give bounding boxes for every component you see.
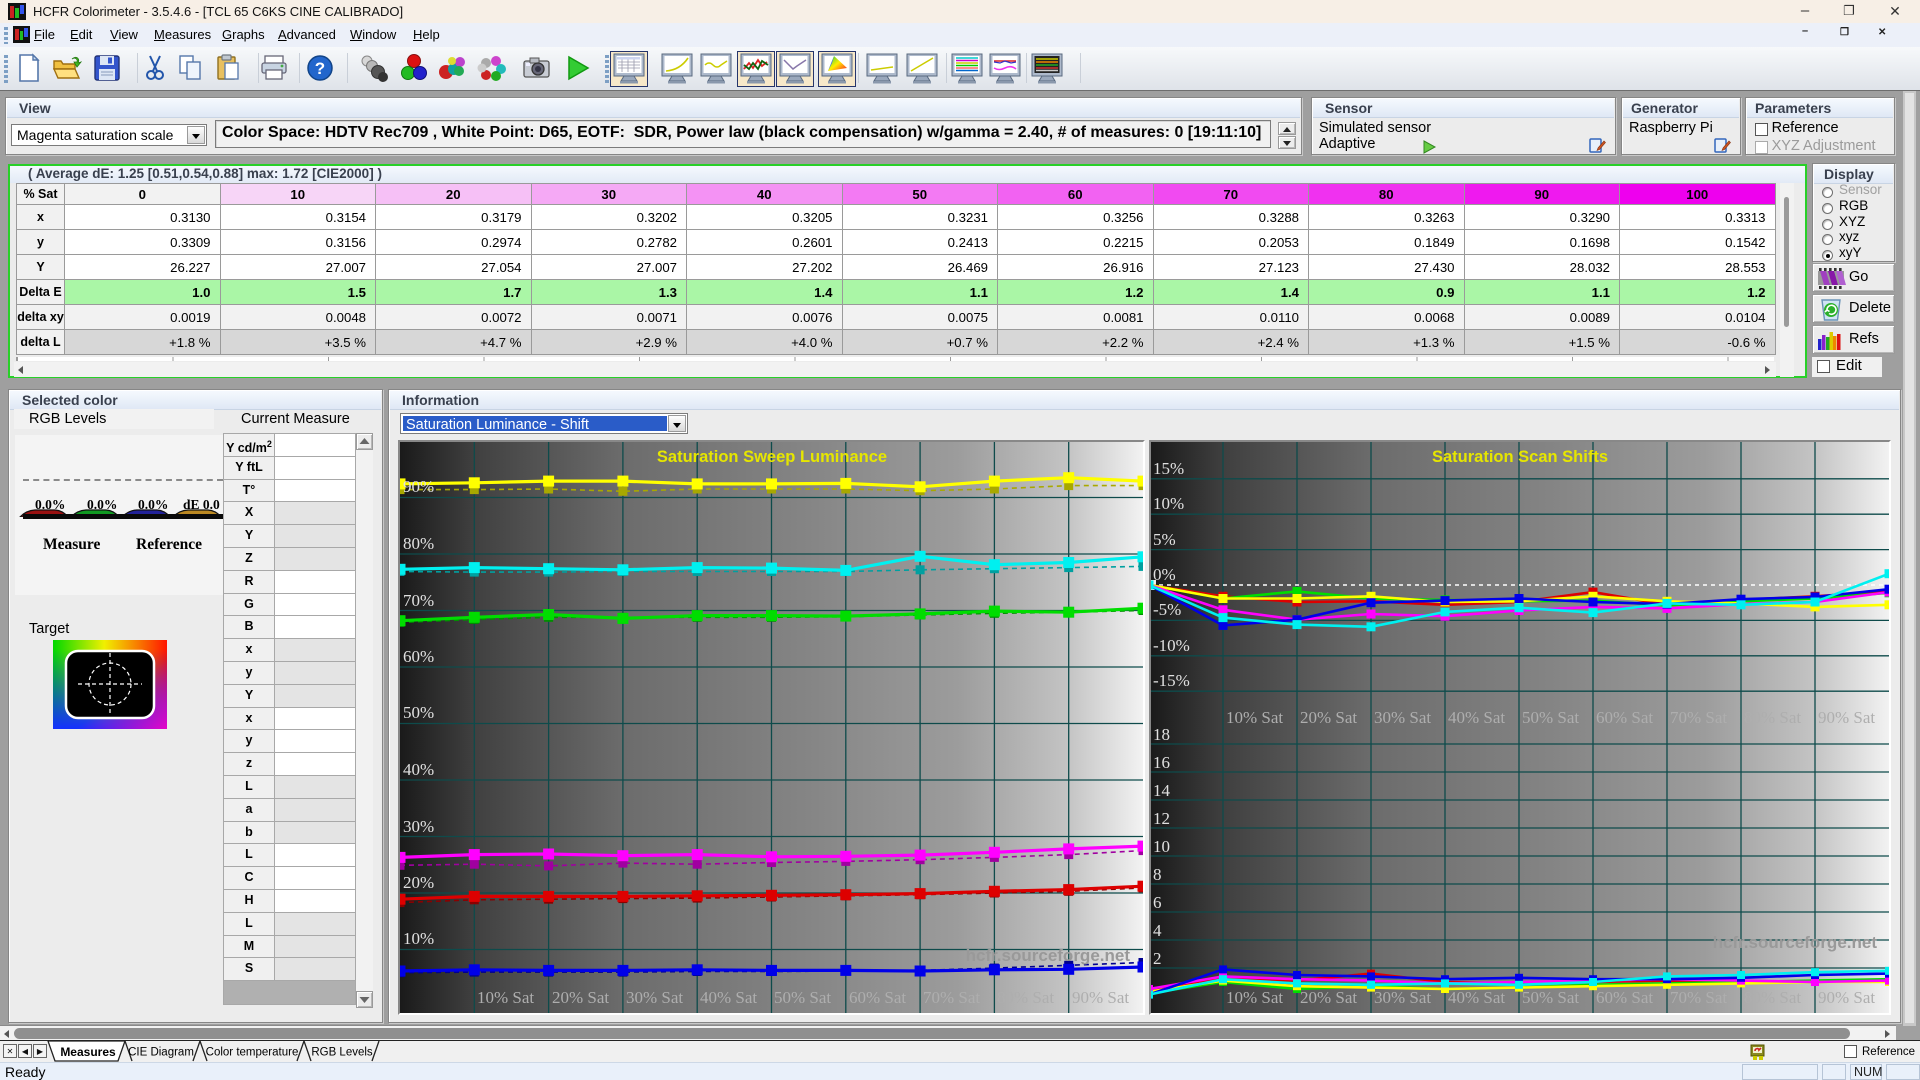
svg-text:80% Sat: 80% Sat: [997, 988, 1054, 1007]
svg-text:-10%: -10%: [1153, 636, 1190, 655]
svg-text:50%: 50%: [403, 703, 434, 722]
svg-text:30% Sat: 30% Sat: [626, 988, 683, 1007]
svg-text:5%: 5%: [1153, 530, 1176, 549]
svg-text:50% Sat: 50% Sat: [1522, 988, 1579, 1007]
svg-text:20%: 20%: [403, 873, 434, 892]
svg-text:40% Sat: 40% Sat: [1448, 708, 1505, 727]
svg-text:0%: 0%: [1153, 565, 1176, 584]
svg-text:50% Sat: 50% Sat: [1522, 708, 1579, 727]
svg-text:70% Sat: 70% Sat: [923, 988, 980, 1007]
svg-text:20% Sat: 20% Sat: [1300, 708, 1357, 727]
svg-text:8: 8: [1153, 865, 1162, 884]
svg-text:14: 14: [1153, 781, 1171, 800]
svg-text:15%: 15%: [1153, 459, 1184, 478]
svg-text:RGB Levels: RGB Levels: [311, 1047, 373, 1059]
svg-text:20% Sat: 20% Sat: [552, 988, 609, 1007]
svg-text:80% Sat: 80% Sat: [1744, 708, 1801, 727]
svg-text:12: 12: [1153, 809, 1170, 828]
svg-text:16: 16: [1153, 753, 1170, 772]
svg-text:10% Sat: 10% Sat: [1226, 708, 1283, 727]
svg-text:Saturation Sweep Luminance: Saturation Sweep Luminance: [657, 448, 887, 466]
svg-text:20% Sat: 20% Sat: [1300, 988, 1357, 1007]
svg-text:60%: 60%: [403, 647, 434, 666]
svg-text:10%: 10%: [403, 929, 434, 948]
svg-text:90% Sat: 90% Sat: [1818, 988, 1875, 1007]
svg-text:4: 4: [1153, 921, 1162, 940]
svg-text:30% Sat: 30% Sat: [1374, 708, 1431, 727]
svg-text:hcfr.sourceforge.net: hcfr.sourceforge.net: [1713, 933, 1878, 952]
svg-text:18: 18: [1153, 725, 1170, 744]
svg-text:40% Sat: 40% Sat: [700, 988, 757, 1007]
svg-text:60% Sat: 60% Sat: [1596, 708, 1653, 727]
svg-text:40%: 40%: [403, 760, 434, 779]
svg-text:6: 6: [1153, 893, 1162, 912]
svg-text:90%: 90%: [403, 477, 434, 496]
svg-text:10% Sat: 10% Sat: [1226, 988, 1283, 1007]
svg-text:60% Sat: 60% Sat: [1596, 988, 1653, 1007]
svg-text:10%: 10%: [1153, 494, 1184, 513]
svg-text:30%: 30%: [403, 817, 434, 836]
svg-text:60% Sat: 60% Sat: [849, 988, 906, 1007]
svg-text:70%: 70%: [403, 591, 434, 610]
svg-text:?: ?: [315, 59, 325, 78]
svg-text:-5%: -5%: [1153, 600, 1181, 619]
svg-text:Measures: Measures: [60, 1045, 116, 1059]
svg-text:90% Sat: 90% Sat: [1072, 988, 1129, 1007]
svg-text:40% Sat: 40% Sat: [1448, 988, 1505, 1007]
svg-text:80%: 80%: [403, 534, 434, 553]
svg-text:10: 10: [1153, 837, 1170, 856]
svg-text:80% Sat: 80% Sat: [1744, 988, 1801, 1007]
svg-text:70% Sat: 70% Sat: [1670, 988, 1727, 1007]
svg-text:2: 2: [1153, 949, 1162, 968]
svg-text:Saturation Scan Shifts: Saturation Scan Shifts: [1432, 448, 1608, 466]
svg-text:10% Sat: 10% Sat: [477, 988, 534, 1007]
svg-text:30% Sat: 30% Sat: [1374, 988, 1431, 1007]
svg-text:-15%: -15%: [1153, 671, 1190, 690]
svg-text:hcfr.sourceforge.net: hcfr.sourceforge.net: [966, 946, 1131, 965]
svg-text:70% Sat: 70% Sat: [1670, 708, 1727, 727]
svg-text:90% Sat: 90% Sat: [1818, 708, 1875, 727]
svg-text:50% Sat: 50% Sat: [774, 988, 831, 1007]
svg-text:Color temperature: Color temperature: [206, 1047, 299, 1059]
svg-text:CIE Diagram: CIE Diagram: [128, 1047, 194, 1059]
